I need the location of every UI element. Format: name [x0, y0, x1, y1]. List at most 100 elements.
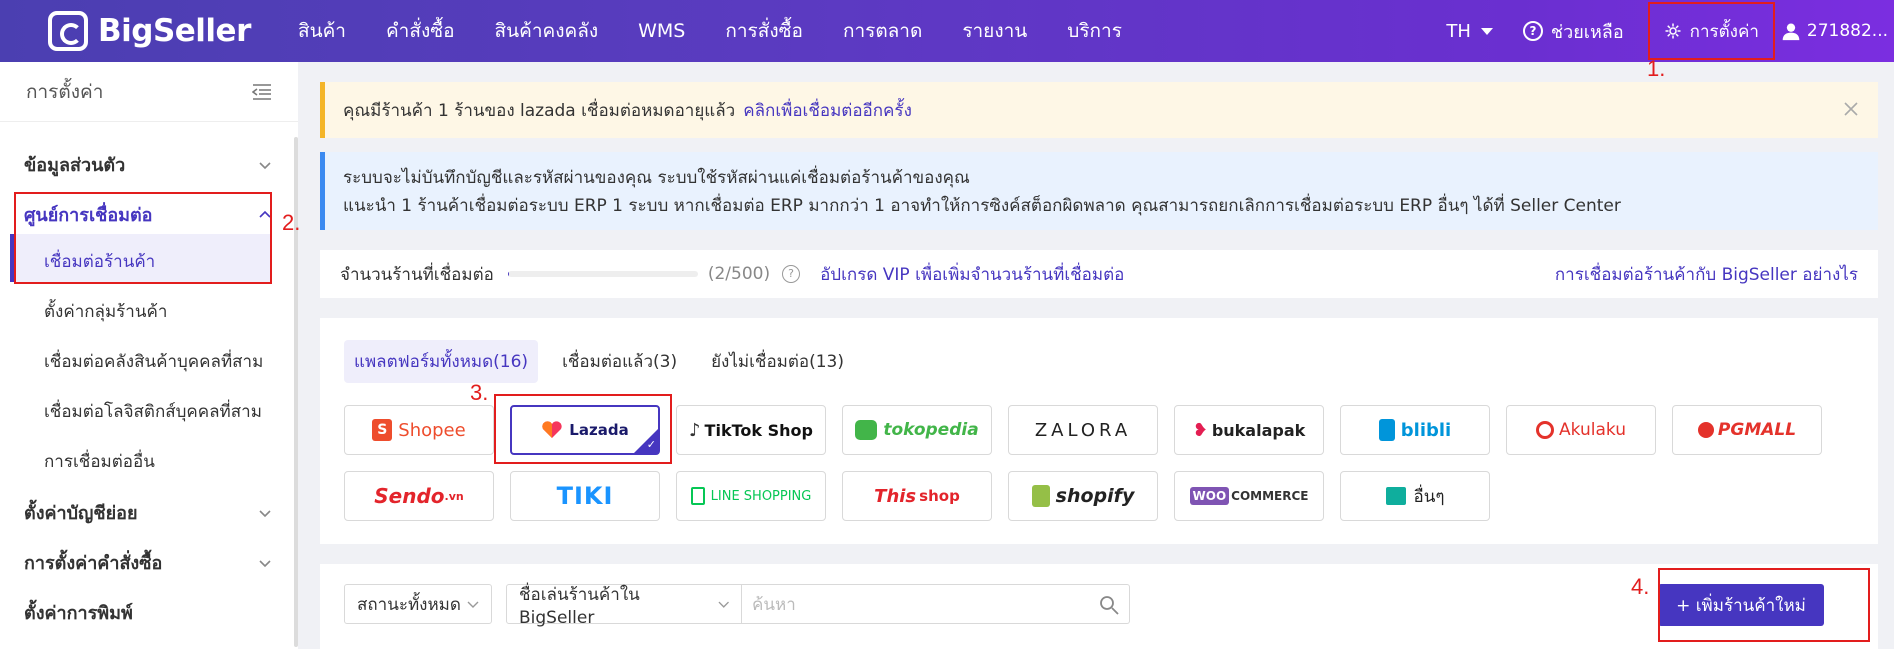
platform-tabs: แพลตฟอร์มทั้งหมด(16) เชื่อมต่อแล้ว(3) ยั…: [344, 340, 868, 383]
settings-label: การตั้งค่า: [1689, 21, 1759, 42]
language-select[interactable]: TH: [1446, 21, 1493, 42]
platform-name: blibli: [1400, 419, 1452, 441]
platform-name: Akulaku: [1559, 420, 1626, 440]
search-input[interactable]: ค้นหา: [740, 584, 1130, 624]
sidebar-item-3pl-warehouse[interactable]: เชื่อมต่อคลังสินค้าบุคคลที่สาม: [44, 348, 263, 375]
sidebar-group-print-settings[interactable]: ตั้งค่าการพิมพ์: [24, 598, 272, 627]
expired-notice: คุณมีร้านค้า 1 ร้านของ lazada เชื่อมต่อห…: [320, 82, 1878, 138]
user-menu[interactable]: 271882...: [1781, 21, 1888, 41]
platform-card-thisshop[interactable]: This shop: [842, 471, 992, 521]
search-placeholder: ค้นหา: [752, 594, 796, 615]
highlight-box-3: [494, 394, 672, 464]
close-icon[interactable]: [1842, 100, 1860, 118]
platform-card-tokopedia[interactable]: tokopedia: [842, 405, 992, 455]
platform-card-bukalapak[interactable]: ❥ bukalapak: [1174, 405, 1324, 455]
bigseller-logo[interactable]: BigSeller: [48, 11, 251, 51]
platform-card-shopee[interactable]: S Shopee: [344, 405, 494, 455]
platform-card-woocommerce[interactable]: WOO COMMERCE: [1174, 471, 1324, 521]
platform-card-blibli[interactable]: blibli: [1340, 405, 1490, 455]
status-select[interactable]: สถานะทั้งหมด: [344, 584, 492, 624]
sidebar-group-label: การตั้งค่าคำสั่งซื้อ: [24, 553, 163, 574]
platform-name: TikTok Shop: [704, 420, 813, 440]
platform-card-akulaku[interactable]: Akulaku: [1506, 405, 1656, 455]
main-nav: สินค้า คำสั่งซื้อ สินค้าคงคลัง WMS การสั…: [298, 0, 1162, 62]
woo-badge: WOO: [1189, 487, 1230, 505]
quota-progress-fill: [507, 271, 509, 277]
sidebar-group-order-settings[interactable]: การตั้งค่าคำสั่งซื้อ: [24, 548, 272, 577]
platform-card-line-shopping[interactable]: LINE SHOPPING: [676, 471, 826, 521]
search-field-select[interactable]: ชื่อเล่นร้านค้าใน BigSeller: [506, 584, 742, 628]
thisshop-this: This: [874, 485, 917, 507]
woo-commerce-text: COMMERCE: [1231, 489, 1309, 503]
logo-icon: [48, 11, 88, 51]
question-icon[interactable]: ?: [782, 265, 801, 283]
sidebar-item-3pl-logistics[interactable]: เชื่อมต่อโลจิสติกส์บุคคลที่สาม: [44, 398, 262, 425]
platform-card-shopify[interactable]: shopify: [1008, 471, 1158, 521]
sidebar-title: การตั้งค่า: [26, 80, 104, 103]
sidebar-group-label: ข้อมูลส่วนตัว: [24, 155, 126, 176]
tiktok-note-icon: ♪: [689, 419, 701, 441]
sidebar-group-label: ตั้งค่าบัญชีย่อย: [24, 503, 138, 524]
nav-reports[interactable]: รายงาน: [962, 16, 1027, 46]
sidebar-group-profile[interactable]: ข้อมูลส่วนตัว: [24, 150, 272, 179]
platform-card-tiki[interactable]: TIKI: [510, 471, 660, 521]
how-to-connect-link[interactable]: การเชื่อมต่อร้านค้ากับ BigSeller อย่างไร: [1555, 261, 1858, 288]
platform-name: อื่นๆ: [1413, 486, 1445, 507]
chevron-down-icon: [259, 161, 271, 169]
nav-products[interactable]: สินค้า: [298, 16, 346, 46]
platform-name: LINE SHOPPING: [710, 488, 812, 504]
platform-name: PGMALL: [1717, 420, 1797, 440]
user-id: 271882...: [1806, 21, 1888, 41]
platform-card-pgmall[interactable]: PGMALL: [1672, 405, 1822, 455]
annotation-2: 2.: [282, 210, 301, 235]
highlight-box-4: [1658, 568, 1870, 642]
nav-orders[interactable]: คำสั่งซื้อ: [386, 16, 455, 46]
pgmall-icon: [1697, 422, 1714, 438]
platform-card-other[interactable]: อื่นๆ: [1340, 471, 1490, 521]
platform-name: bukalapak: [1211, 420, 1306, 440]
logo-text: BigSeller: [98, 13, 251, 49]
search-icon[interactable]: [1099, 595, 1119, 615]
reconnect-link[interactable]: คลิกเพื่อเชื่อมต่ออีกครั้ง: [743, 97, 912, 124]
platform-card-tiktok[interactable]: ♪ TikTok Shop: [676, 405, 826, 455]
info-banner: ระบบจะไม่บันทึกบัญชีและรหัสผ่านของคุณ ระ…: [320, 152, 1878, 230]
chevron-down-icon: [259, 559, 271, 567]
quota-progress: [507, 271, 698, 277]
highlight-box-2: [14, 192, 272, 284]
nav-purchase[interactable]: การสั่งซื้อ: [725, 16, 803, 46]
tab-not-connected[interactable]: ยังไม่เชื่อมต่อ(13): [701, 340, 854, 383]
status-select-value: สถานะทั้งหมด: [357, 594, 461, 615]
shopify-bag-icon: [1031, 485, 1050, 507]
platform-name: Shopee: [398, 419, 466, 441]
tab-all-platforms[interactable]: แพลตฟอร์มทั้งหมด(16): [344, 340, 539, 383]
line-bag-icon: [690, 487, 705, 505]
platform-panel: แพลตฟอร์มทั้งหมด(16) เชื่อมต่อแล้ว(3) ยั…: [320, 318, 1878, 544]
store-icon: [1385, 487, 1406, 505]
collapse-sidebar-icon[interactable]: [252, 83, 272, 100]
help-link[interactable]: ? ช่วยเหลือ: [1522, 17, 1624, 46]
upgrade-vip-link[interactable]: อัปเกรด VIP เพื่อเพิ่มจำนวนร้านที่เชื่อม…: [820, 261, 1124, 288]
quota-label: จำนวนร้านที่เชื่อมต่อ: [340, 264, 494, 285]
sidebar-item-store-groups[interactable]: ตั้งค่ากลุ่มร้านค้า: [44, 298, 167, 325]
top-right-actions: TH ? ช่วยเหลือ การตั้งค่า 271882...: [1446, 0, 1894, 62]
settings-link[interactable]: การตั้งค่า: [1647, 2, 1775, 60]
info-line-1: ระบบจะไม่บันทึกบัญชีและรหัสผ่านของคุณ ระ…: [343, 168, 970, 188]
platform-name: TIKI: [556, 482, 614, 510]
tokopedia-owl-icon: [855, 420, 878, 440]
nav-services[interactable]: บริการ: [1067, 16, 1122, 46]
nav-marketing[interactable]: การตลาด: [843, 16, 922, 46]
blibli-bag-icon: [1378, 419, 1395, 441]
platform-card-zalora[interactable]: ZALORA: [1008, 405, 1158, 455]
nav-inventory[interactable]: สินค้าคงคลัง: [495, 16, 599, 46]
sidebar-group-subaccounts[interactable]: ตั้งค่าบัญชีย่อย: [24, 498, 272, 527]
tab-connected[interactable]: เชื่อมต่อแล้ว(3): [552, 340, 687, 383]
platform-card-sendo[interactable]: Sendo .vn: [344, 471, 494, 521]
platform-name: ZALORA: [1034, 419, 1132, 441]
bukalapak-icon: ❥: [1192, 419, 1208, 441]
top-navbar: BigSeller สินค้า คำสั่งซื้อ สินค้าคงคลัง…: [0, 0, 1894, 62]
sidebar-item-other-connections[interactable]: การเชื่อมต่ออื่น: [44, 448, 155, 475]
chevron-down-icon: [259, 509, 271, 517]
nav-wms[interactable]: WMS: [638, 20, 685, 42]
caret-down-icon: [1480, 27, 1493, 35]
annotation-3: 3.: [470, 380, 489, 405]
